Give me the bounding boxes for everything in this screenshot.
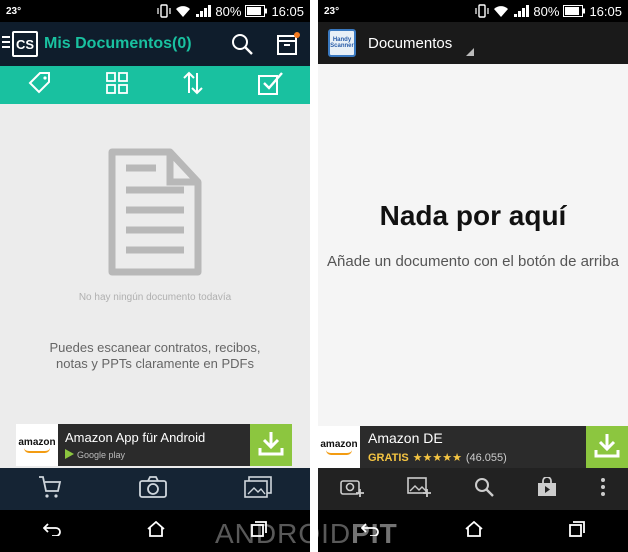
watermark: ANDROIDPIT — [215, 518, 398, 549]
dropdown-caret-icon[interactable] — [466, 48, 474, 56]
hint-text: Puedes escanear contratos, recibos, nota… — [49, 340, 261, 371]
handy-scanner-screen: 23° 80% 16:05 Handy Scanner Documentos N… — [318, 0, 628, 552]
empty-state-title: Nada por aquí — [379, 200, 567, 231]
amazon-logo: amazon — [318, 426, 360, 468]
ad-title: Amazon App für Android — [65, 429, 206, 445]
app-header: CS Mis Documentos(0) — [0, 22, 310, 66]
clock: 16:05 — [589, 3, 622, 19]
camera-icon[interactable] — [139, 475, 167, 503]
cart-icon[interactable] — [38, 475, 62, 504]
add-photo-icon[interactable] — [339, 477, 364, 502]
rating-stars: ★★★★★ — [412, 452, 462, 464]
battery-icon — [245, 5, 268, 17]
sort-icon[interactable] — [181, 71, 205, 100]
status-temperature: 23° — [6, 5, 22, 17]
toolbar — [0, 66, 310, 104]
recents-icon[interactable] — [569, 520, 585, 542]
import-images-icon[interactable] — [243, 475, 272, 503]
vibrate-icon — [475, 4, 490, 18]
signal-icon — [195, 4, 212, 18]
app-header: Handy Scanner Documentos — [318, 22, 628, 64]
page-title[interactable]: Documentos — [368, 35, 452, 52]
hint-text: Añade un documento con el botón de arrib… — [327, 253, 619, 270]
signal-icon — [513, 4, 530, 18]
add-image-icon[interactable] — [406, 476, 431, 502]
camscanner-screen: 23° 80% 16:05 CS Mis Documentos(0) No ha… — [0, 0, 310, 552]
battery-icon — [563, 5, 586, 17]
select-icon[interactable] — [257, 71, 284, 100]
inbox-icon[interactable] — [276, 32, 300, 61]
overflow-menu-icon[interactable] — [600, 477, 606, 502]
play-store-icon — [65, 448, 74, 461]
app-icon[interactable]: Handy Scanner — [328, 29, 356, 57]
vibrate-icon — [157, 4, 172, 18]
status-bar: 23° 80% 16:05 — [318, 0, 628, 22]
download-icon — [594, 432, 620, 463]
rating-count: (46.055) — [465, 452, 507, 464]
price-label: GRATIS — [368, 452, 409, 464]
grid-view-icon[interactable] — [105, 71, 128, 99]
home-icon[interactable] — [147, 520, 165, 542]
status-temperature: 23° — [324, 5, 340, 17]
battery-percent: 80% — [533, 3, 560, 19]
empty-state-text: No hay ningún documento todavía — [78, 292, 232, 303]
download-button[interactable] — [586, 426, 628, 468]
tag-icon[interactable] — [27, 70, 53, 101]
download-button[interactable] — [250, 424, 292, 466]
ad-banner[interactable]: amazon Amazon DE GRATIS ★★★★★ (46.055) — [318, 426, 628, 468]
status-bar: 23° 80% 16:05 — [0, 0, 310, 22]
clock: 16:05 — [271, 3, 304, 19]
bottom-bar — [318, 468, 628, 510]
wifi-icon — [493, 4, 509, 18]
search-icon[interactable] — [230, 32, 254, 61]
search-icon[interactable] — [474, 477, 494, 502]
shop-bag-icon[interactable] — [537, 475, 557, 502]
back-icon[interactable] — [42, 522, 61, 541]
menu-icon[interactable] — [2, 35, 12, 54]
battery-percent: 80% — [215, 3, 242, 19]
empty-document-icon — [106, 148, 202, 283]
amazon-logo: amazon — [16, 424, 58, 466]
home-icon[interactable] — [465, 520, 483, 542]
download-icon — [258, 430, 284, 461]
page-title: Mis Documentos(0) — [44, 35, 192, 52]
ad-banner[interactable]: amazon Amazon App für Android Google pla… — [16, 424, 292, 466]
app-logo[interactable]: CS — [12, 31, 38, 57]
ad-store: Google play — [77, 449, 126, 460]
wifi-icon — [175, 4, 191, 18]
ad-title: Amazon DE — [368, 430, 443, 446]
bottom-bar — [0, 468, 310, 510]
